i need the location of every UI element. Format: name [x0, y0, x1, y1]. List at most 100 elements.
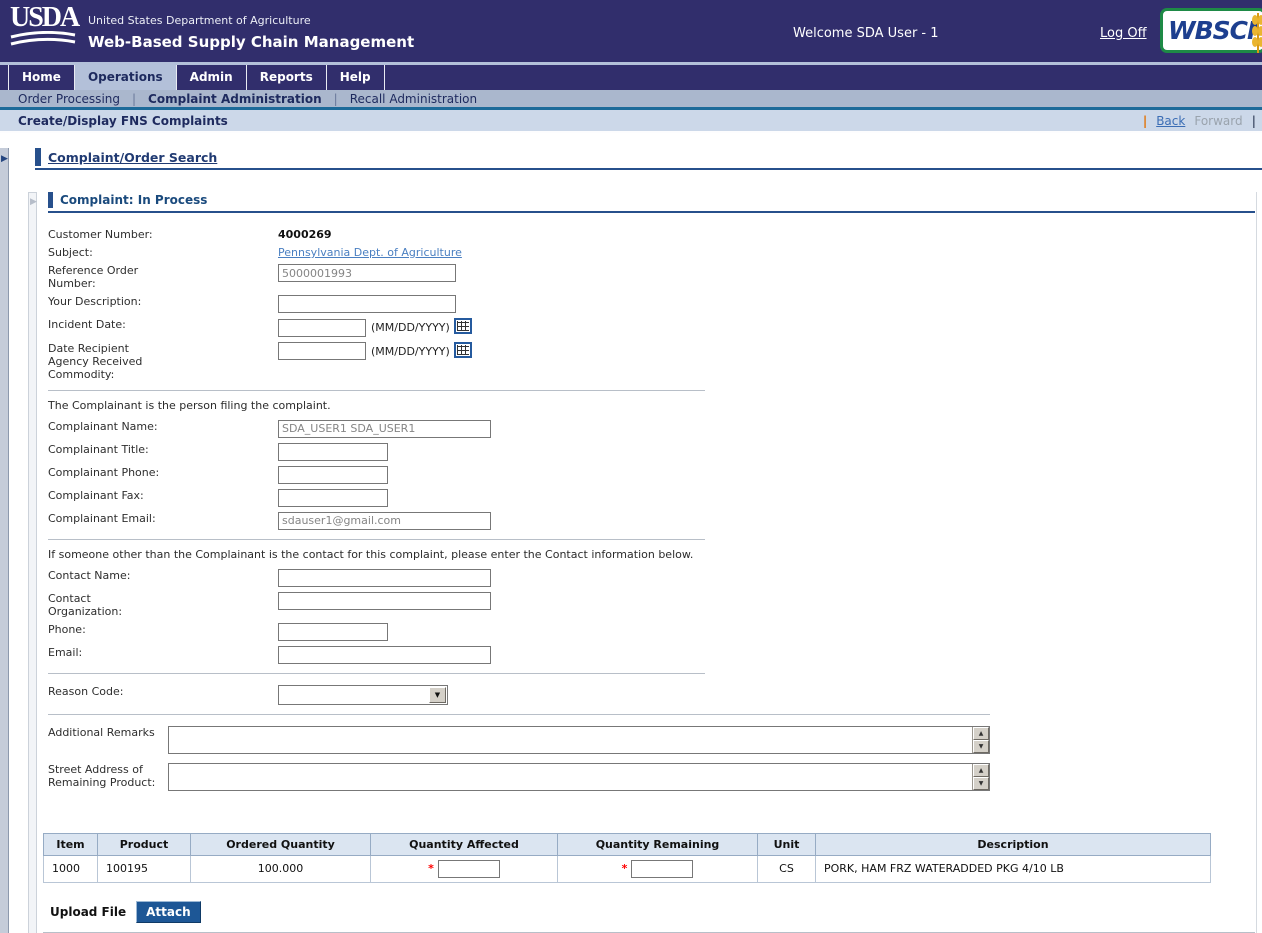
calendar-icon[interactable] [454, 342, 472, 358]
main-nav-tabs: Home Operations Admin Reports Help [0, 65, 1262, 90]
quantity-remaining-input[interactable] [631, 860, 693, 878]
footer-divider [43, 932, 1255, 933]
complainant-title-input[interactable] [278, 443, 388, 461]
tab-help[interactable]: Help [326, 65, 385, 90]
tab-operations[interactable]: Operations [74, 65, 176, 90]
wbscm-application: USDA United States Department of Agricul… [0, 0, 1262, 933]
quantity-affected-input[interactable] [438, 860, 500, 878]
subject-link[interactable]: Pennsylvania Dept. of Agriculture [278, 246, 462, 259]
subnav-recall-administration[interactable]: Recall Administration [350, 92, 477, 106]
dropdown-arrow-icon[interactable]: ▼ [429, 687, 446, 703]
contact-email-input[interactable] [278, 646, 491, 664]
date-format-hint: (MM/DD/YYYY) [371, 321, 450, 334]
complainant-fax-row: Complainant Fax: [48, 486, 1255, 507]
additional-remarks-value [169, 727, 989, 731]
subnav-order-processing[interactable]: Order Processing [18, 92, 120, 106]
complaint-order-search-header: Complaint/Order Search [35, 148, 1262, 166]
additional-remarks-row: Additional Remarks ▲ ▼ [48, 723, 1255, 754]
log-off-link[interactable]: Log Off [1100, 26, 1147, 41]
your-description-input[interactable] [278, 295, 456, 313]
form-divider [48, 390, 705, 391]
collapse-arrow-icon[interactable]: ▶ [1, 154, 8, 164]
street-address-textarea[interactable]: ▲ ▼ [168, 763, 990, 791]
reason-code-selected-value [279, 686, 447, 690]
form-divider [48, 539, 705, 540]
complaint-section-header: Complaint: In Process [48, 192, 1255, 208]
textarea-scrollbar[interactable]: ▲ ▼ [972, 764, 989, 790]
scroll-up-icon[interactable]: ▲ [973, 727, 989, 740]
items-table-container: Item Product Ordered Quantity Quantity A… [43, 833, 1255, 883]
col-header-unit: Unit [758, 833, 816, 855]
complaint-order-search-link[interactable]: Complaint/Order Search [48, 150, 217, 165]
back-link[interactable]: Back [1156, 114, 1185, 128]
complainant-fax-input[interactable] [278, 489, 388, 507]
attach-button[interactable]: Attach [136, 901, 201, 923]
subnav-complaint-administration[interactable]: Complaint Administration [148, 92, 322, 106]
complainant-title-label: Complainant Title: [48, 440, 278, 456]
calendar-grid [457, 321, 469, 331]
incident-date-input[interactable] [278, 319, 366, 337]
scroll-down-icon[interactable]: ▼ [973, 740, 989, 753]
complainant-phone-input[interactable] [278, 466, 388, 484]
contact-name-input[interactable] [278, 569, 491, 587]
contact-intro: If someone other than the Complainant is… [48, 548, 1255, 561]
customer-number-label: Customer Number: [48, 225, 278, 241]
contact-organization-input[interactable] [278, 592, 491, 610]
section-title: Complaint: In Process [60, 193, 207, 207]
date-received-label: Date Recipient Agency Received Commodity… [48, 339, 278, 381]
your-description-label: Your Description: [48, 292, 278, 308]
col-header-quantity-affected: Quantity Affected [371, 833, 558, 855]
subnav-separator: | [334, 92, 338, 106]
reference-order-input[interactable] [278, 264, 456, 282]
history-separator-right: | [1252, 114, 1256, 128]
calendar-grid [457, 345, 469, 355]
complainant-email-row: Complainant Email: [48, 509, 1255, 530]
nav-collapse-strip[interactable]: ▶ [0, 148, 9, 933]
forward-link-disabled[interactable]: Forward [1194, 114, 1242, 128]
tab-admin[interactable]: Admin [176, 65, 246, 90]
street-address-value [169, 764, 989, 768]
usda-logo-text: USDA [10, 5, 80, 31]
incident-date-label: Incident Date: [48, 315, 278, 331]
panel-collapse-strip[interactable]: ▶ [28, 192, 37, 933]
complainant-phone-label: Complainant Phone: [48, 463, 278, 479]
reference-order-label: Reference Order Number: [48, 261, 278, 290]
contact-name-label: Contact Name: [48, 566, 278, 582]
scroll-down-icon[interactable]: ▼ [973, 777, 989, 790]
upload-file-label: Upload File [50, 905, 126, 919]
contact-organization-row: Contact Organization: [48, 589, 1255, 618]
complaint-form: Customer Number: 4000269 Subject: Pennsy… [48, 225, 1255, 791]
textarea-scrollbar[interactable]: ▲ ▼ [972, 727, 989, 753]
panel-collapse-arrow-icon[interactable]: ▶ [30, 197, 36, 207]
calendar-icon[interactable] [454, 318, 472, 334]
contact-phone-input[interactable] [278, 623, 388, 641]
table-header-row: Item Product Ordered Quantity Quantity A… [44, 833, 1211, 855]
date-received-input[interactable] [278, 342, 366, 360]
cell-unit: CS [758, 855, 816, 882]
upload-file-row: Upload File Attach [50, 901, 1255, 923]
additional-remarks-textarea[interactable]: ▲ ▼ [168, 726, 990, 754]
section-rule [48, 211, 1255, 213]
contact-email-row: Email: [48, 643, 1255, 664]
cell-quantity-affected: * [371, 855, 558, 882]
wbscm-logo: WBSCM [1160, 8, 1262, 53]
reason-code-label: Reason Code: [48, 682, 278, 698]
complainant-name-input[interactable] [278, 420, 491, 438]
reason-code-select[interactable]: ▼ [278, 685, 448, 705]
incident-date-row: Incident Date: (MM/DD/YYYY) [48, 315, 1255, 337]
complainant-email-input[interactable] [278, 512, 491, 530]
complaint-items-table: Item Product Ordered Quantity Quantity A… [43, 833, 1211, 883]
additional-remarks-label: Additional Remarks [48, 723, 168, 739]
cell-quantity-remaining: * [558, 855, 758, 882]
complainant-phone-row: Complainant Phone: [48, 463, 1255, 484]
cell-product: 100195 [98, 855, 191, 882]
col-header-description: Description [816, 833, 1211, 855]
wheat-icon [1251, 11, 1262, 55]
usda-logo: USDA [10, 5, 80, 57]
tab-home[interactable]: Home [8, 65, 74, 90]
date-received-row: Date Recipient Agency Received Commodity… [48, 339, 1255, 381]
scroll-up-icon[interactable]: ▲ [973, 764, 989, 777]
required-marker: * [428, 862, 434, 875]
tab-reports[interactable]: Reports [246, 65, 326, 90]
reason-code-row: Reason Code: ▼ [48, 682, 1255, 705]
